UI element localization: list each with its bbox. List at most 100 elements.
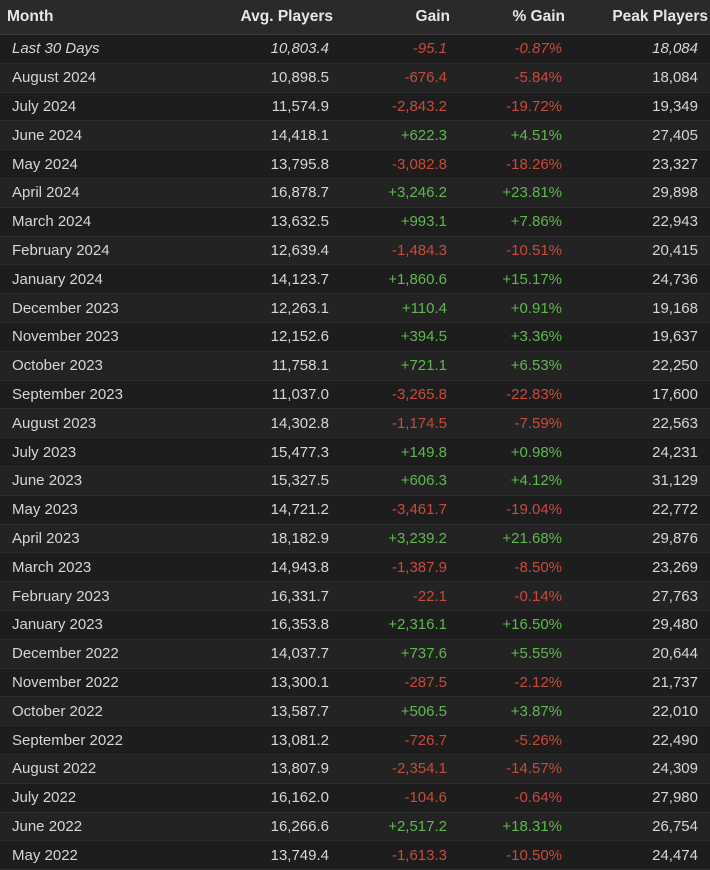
month-column-header[interactable]: Month [0, 0, 190, 35]
peak-players-cell: 21,737 [567, 668, 710, 698]
gain-cell: +149.8 [335, 437, 452, 467]
avg-players-cell: 18,182.9 [190, 524, 335, 554]
table-row: April 2023 18,182.9 +3,239.2 +21.68% 29,876 [0, 524, 710, 554]
gain-cell: +1,860.6 [335, 264, 452, 295]
month-cell: May 2023 [0, 495, 190, 525]
gain-cell: -1,613.3 [335, 840, 452, 870]
gain-cell: +110.4 [335, 293, 452, 323]
gain-cell: -726.7 [335, 725, 452, 755]
table-row: June 2023 15,327.5 +606.3 +4.12% 31,129 [0, 466, 710, 496]
pct-gain-cell: +4.51% [452, 120, 567, 151]
avg-players-cell: 14,037.7 [190, 639, 335, 669]
peak-players-cell: 24,231 [567, 437, 710, 467]
avg-players-cell: 14,123.7 [190, 264, 335, 295]
month-cell: June 2024 [0, 120, 190, 151]
month-cell: August 2024 [0, 63, 190, 93]
month-cell: April 2023 [0, 524, 190, 554]
peak-players-cell: 22,250 [567, 351, 710, 381]
gain-cell: +394.5 [335, 322, 452, 352]
pct-gain-cell: -18.26% [452, 149, 567, 179]
month-cell: November 2022 [0, 668, 190, 698]
avg-players-cell: 13,749.4 [190, 840, 335, 870]
gain-cell: +2,517.2 [335, 812, 452, 842]
avg-players-cell: 16,353.8 [190, 610, 335, 640]
avg-players-cell: 14,418.1 [190, 120, 335, 151]
pct-gain-cell: +23.81% [452, 178, 567, 208]
table-row: October 2022 13,587.7 +506.5 +3.87% 22,010 [0, 696, 710, 727]
peak-players-cell: 24,736 [567, 264, 710, 295]
pct-gain-cell: +3.36% [452, 322, 567, 352]
pct-gain-cell: -8.50% [452, 552, 567, 583]
gain-cell: +506.5 [335, 696, 452, 727]
peak-players-cell: 27,980 [567, 783, 710, 813]
peak-players-cell: 24,309 [567, 754, 710, 784]
avg-players-column-header[interactable]: Avg. Players [190, 0, 335, 35]
avg-players-cell: 14,943.8 [190, 552, 335, 583]
avg-players-cell: 13,807.9 [190, 754, 335, 784]
peak-players-cell: 19,637 [567, 322, 710, 352]
gain-cell: -2,354.1 [335, 754, 452, 784]
peak-players-cell: 29,876 [567, 524, 710, 554]
gain-cell: -3,082.8 [335, 149, 452, 179]
month-cell: March 2024 [0, 207, 190, 237]
table-row: June 2022 16,266.6 +2,517.2 +18.31% 26,754 [0, 812, 710, 842]
table-row: December 2023 12,263.1 +110.4 +0.91% 19,168 [0, 293, 710, 323]
peak-players-cell: 22,943 [567, 207, 710, 237]
avg-players-cell: 16,878.7 [190, 178, 335, 208]
table-row: August 2023 14,302.8 -1,174.5 -7.59% 22,563 [0, 408, 710, 439]
month-cell: November 2023 [0, 322, 190, 352]
gain-cell: -104.6 [335, 783, 452, 813]
pct-gain-cell: -0.64% [452, 783, 567, 813]
month-cell: January 2023 [0, 610, 190, 640]
pct-gain-cell: -5.26% [452, 725, 567, 755]
avg-players-cell: 13,795.8 [190, 149, 335, 179]
pct-gain-cell: -14.57% [452, 754, 567, 784]
pct-gain-cell: +4.12% [452, 466, 567, 496]
month-cell: August 2022 [0, 754, 190, 784]
pct-gain-cell: +6.53% [452, 351, 567, 381]
pct-gain-cell: -0.87% [452, 34, 567, 64]
peak-players-cell: 19,349 [567, 92, 710, 122]
table-row: July 2024 11,574.9 -2,843.2 -19.72% 19,349 [0, 92, 710, 122]
month-cell: July 2022 [0, 783, 190, 813]
avg-players-cell: 16,266.6 [190, 812, 335, 842]
month-cell: December 2022 [0, 639, 190, 669]
gain-cell: -1,174.5 [335, 408, 452, 439]
table-row: November 2023 12,152.6 +394.5 +3.36% 19,637 [0, 322, 710, 352]
peak-players-cell: 17,600 [567, 380, 710, 410]
gain-column-header[interactable]: Gain [335, 0, 452, 35]
table-row: Last 30 Days 10,803.4 -95.1 -0.87% 18,084 [0, 34, 710, 64]
peak-players-cell: 22,772 [567, 495, 710, 525]
gain-cell: +606.3 [335, 466, 452, 496]
table-row: November 2022 13,300.1 -287.5 -2.12% 21,737 [0, 668, 710, 698]
gain-cell: -1,387.9 [335, 552, 452, 583]
month-cell: June 2023 [0, 466, 190, 496]
table-body: Last 30 Days 10,803.4 -95.1 -0.87% 18,084 Aug… [0, 34, 710, 870]
month-cell: February 2024 [0, 236, 190, 266]
table-row: May 2024 13,795.8 -3,082.8 -18.26% 23,327 [0, 149, 710, 179]
pct-gain-cell: +0.91% [452, 293, 567, 323]
avg-players-cell: 10,803.4 [190, 34, 335, 64]
peak-players-column-header[interactable]: Peak Players [567, 0, 710, 35]
peak-players-cell: 19,168 [567, 293, 710, 323]
pct-gain-cell: +0.98% [452, 437, 567, 467]
peak-players-cell: 29,480 [567, 610, 710, 640]
pct-gain-cell: -19.04% [452, 495, 567, 525]
peak-players-cell: 22,563 [567, 408, 710, 439]
gain-cell: -3,265.8 [335, 380, 452, 410]
avg-players-cell: 11,037.0 [190, 380, 335, 410]
gain-cell: -22.1 [335, 581, 452, 611]
peak-players-cell: 23,327 [567, 149, 710, 179]
pct-gain-cell: -7.59% [452, 408, 567, 439]
gain-cell: +993.1 [335, 207, 452, 237]
table-row: August 2024 10,898.5 -676.4 -5.84% 18,084 [0, 63, 710, 93]
gain-cell: -2,843.2 [335, 92, 452, 122]
peak-players-cell: 26,754 [567, 812, 710, 842]
pct-gain-column-header[interactable]: % Gain [452, 0, 567, 35]
table-row: September 2023 11,037.0 -3,265.8 -22.83% 17,… [0, 380, 710, 410]
avg-players-cell: 12,639.4 [190, 236, 335, 266]
pct-gain-cell: +18.31% [452, 812, 567, 842]
peak-players-cell: 31,129 [567, 466, 710, 496]
pct-gain-cell: +7.86% [452, 207, 567, 237]
avg-players-cell: 11,574.9 [190, 92, 335, 122]
